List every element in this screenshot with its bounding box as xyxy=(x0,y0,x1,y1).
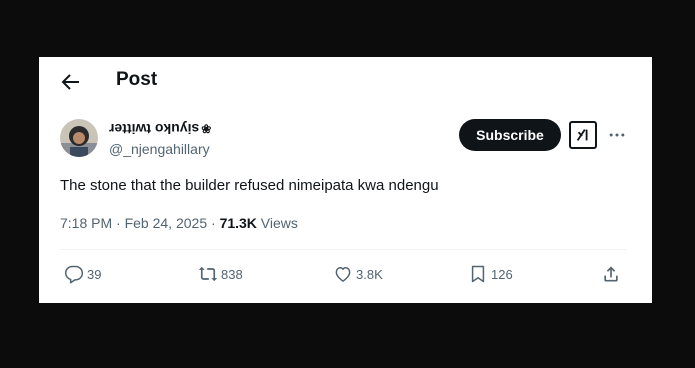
heart-icon xyxy=(335,267,351,282)
bookmark-button[interactable]: 126 xyxy=(468,262,513,286)
repost-button[interactable]: 838 xyxy=(198,262,243,286)
tweet-meta: 7:18 PM · Feb 24, 2025 · 71.3K Views xyxy=(60,215,298,231)
post-card: Post siyuko twitter ❀ @_njengahillary Su… xyxy=(39,57,652,303)
repost-count: 838 xyxy=(221,266,243,282)
like-count: 3.8K xyxy=(356,266,383,282)
divider xyxy=(60,249,627,250)
post-header: Post xyxy=(39,57,652,107)
author-name-text: siyuko twitter xyxy=(109,121,200,137)
more-icon[interactable] xyxy=(605,123,629,147)
reply-icon xyxy=(64,265,84,284)
grok-icon[interactable] xyxy=(569,121,597,149)
tweet-text: The stone that the builder refused nimei… xyxy=(60,177,439,194)
views-label: Views xyxy=(256,215,298,231)
tweet-date[interactable]: Feb 24, 2025 xyxy=(125,215,208,231)
avatar[interactable] xyxy=(60,119,98,157)
page-title: Post xyxy=(116,69,158,90)
author-display-name[interactable]: siyuko twitter ❀ xyxy=(109,121,211,137)
reply-count: 39 xyxy=(87,266,102,282)
flower-icon: ❀ xyxy=(201,122,212,136)
meta-separator: · xyxy=(112,215,125,231)
arrow-left-icon[interactable] xyxy=(58,70,82,94)
action-bar: 39 838 3.8K 126 xyxy=(39,262,652,286)
subscribe-button[interactable]: Subscribe xyxy=(459,119,561,151)
tweet-time[interactable]: 7:18 PM xyxy=(60,215,112,231)
share-button[interactable] xyxy=(601,262,621,286)
share-icon xyxy=(604,266,618,282)
repost-icon xyxy=(198,266,218,282)
bookmark-count: 126 xyxy=(491,266,513,282)
meta-separator: · xyxy=(207,215,220,231)
views-count: 71.3K xyxy=(219,215,257,231)
bookmark-icon xyxy=(471,265,485,283)
reply-button[interactable]: 39 xyxy=(64,262,101,286)
author-handle[interactable]: @_njengahillary xyxy=(109,141,210,157)
like-button[interactable]: 3.8K xyxy=(333,262,383,286)
